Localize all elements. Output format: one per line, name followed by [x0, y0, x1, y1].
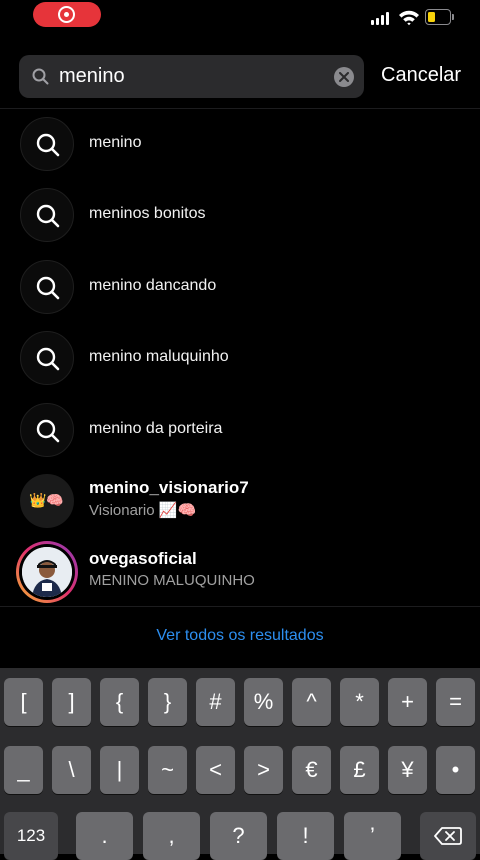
key[interactable]: #	[196, 678, 235, 726]
account-subtitle: MENINO MALUQUINHO	[89, 572, 255, 589]
suggestion-label: meninos bonitos	[89, 205, 206, 222]
search-icon	[20, 117, 74, 171]
avatar: 👑🧠	[20, 474, 74, 528]
avatar	[22, 547, 72, 597]
key[interactable]: ’	[344, 812, 401, 860]
search-icon	[20, 260, 74, 314]
keyboard: [ ] { } # % ^ * + = _ \ | ~ < > € £ ¥ • …	[0, 668, 480, 860]
key[interactable]: •	[436, 746, 475, 794]
key[interactable]: [	[4, 678, 43, 726]
account-result[interactable]: ovegasoficial MENINO MALUQUINHO	[0, 539, 480, 605]
search-input[interactable]	[59, 63, 329, 90]
search-icon	[32, 68, 49, 85]
suggestion-item[interactable]: meninos bonitos	[0, 185, 480, 245]
search-icon	[20, 403, 74, 457]
key[interactable]: £	[340, 746, 379, 794]
account-username: ovegasoficial	[89, 549, 197, 568]
key[interactable]: ]	[52, 678, 91, 726]
key[interactable]: ?	[210, 812, 267, 860]
key[interactable]: ~	[148, 746, 187, 794]
suggestion-label: menino da porteira	[89, 420, 223, 437]
key[interactable]: |	[100, 746, 139, 794]
suggestion-label: menino maluquinho	[89, 348, 229, 365]
key[interactable]: ^	[292, 678, 331, 726]
key[interactable]: ,	[143, 812, 200, 860]
key[interactable]: .	[76, 812, 133, 860]
backspace-icon	[434, 827, 462, 845]
account-subtitle: Visionario 📈🧠	[89, 502, 197, 519]
status-bar	[0, 0, 480, 36]
close-icon	[339, 72, 349, 82]
suggestion-label: menino dancando	[89, 277, 217, 294]
cellular-signal-icon	[371, 12, 391, 25]
search-bar	[19, 55, 364, 98]
story-ring	[16, 541, 78, 603]
key[interactable]: _	[4, 746, 43, 794]
suggestion-item[interactable]: menino da porteira	[0, 400, 480, 460]
screen-recording-icon	[58, 6, 75, 23]
divider	[0, 108, 480, 109]
see-all-results-link[interactable]: Ver todos os resultados	[0, 627, 480, 645]
search-icon	[20, 188, 74, 242]
key[interactable]: }	[148, 678, 187, 726]
divider	[0, 606, 480, 607]
suggestion-label: menino	[89, 134, 142, 151]
key[interactable]: =	[436, 678, 475, 726]
suggestion-item[interactable]: menino dancando	[0, 257, 480, 317]
key[interactable]: %	[244, 678, 283, 726]
account-result[interactable]: 👑🧠 menino_visionario7 Visionario 📈🧠	[0, 468, 480, 534]
key[interactable]: *	[340, 678, 379, 726]
battery-icon	[425, 9, 455, 25]
key[interactable]: !	[277, 812, 334, 860]
search-icon	[20, 331, 74, 385]
key[interactable]: {	[100, 678, 139, 726]
key[interactable]: >	[244, 746, 283, 794]
key[interactable]: +	[388, 678, 427, 726]
account-username: menino_visionario7	[89, 478, 249, 497]
cancel-button[interactable]: Cancelar	[381, 64, 461, 87]
suggestion-item[interactable]: menino	[0, 114, 480, 174]
wifi-icon	[399, 10, 419, 26]
clear-search-button[interactable]	[334, 67, 354, 87]
screen-recording-indicator[interactable]	[33, 2, 101, 27]
key[interactable]: <	[196, 746, 235, 794]
avatar-emoji: 👑🧠	[29, 492, 64, 508]
key[interactable]: \	[52, 746, 91, 794]
suggestion-item[interactable]: menino maluquinho	[0, 328, 480, 388]
key[interactable]: €	[292, 746, 331, 794]
numbers-toggle-key[interactable]: 123	[4, 812, 58, 860]
delete-key[interactable]	[420, 812, 476, 860]
key[interactable]: ¥	[388, 746, 427, 794]
